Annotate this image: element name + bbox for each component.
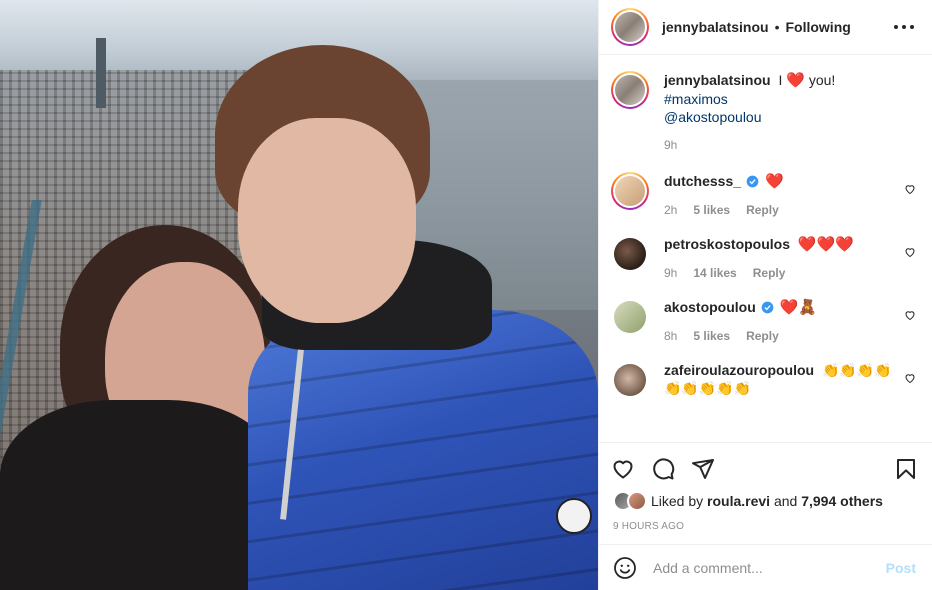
post-header: jennybalatsinou • Following bbox=[599, 0, 932, 55]
comment-time[interactable]: 2h bbox=[664, 203, 677, 217]
comment-text: dutchesss_ ❤️ bbox=[664, 172, 894, 191]
photo-man-face bbox=[238, 118, 416, 323]
add-comment-input[interactable] bbox=[653, 559, 886, 576]
liked-by-and: and bbox=[773, 493, 798, 509]
comment-emoji: ❤️ bbox=[764, 173, 784, 190]
comment-body: zafeiroulazouropoulou 👏👏👏👏👏👏👏👏👏 bbox=[664, 361, 916, 399]
comment-likes[interactable]: 5 likes bbox=[693, 329, 730, 343]
verified-badge-icon bbox=[761, 301, 774, 314]
author-username[interactable]: jennybalatsinou bbox=[662, 19, 769, 35]
smiley-face-icon[interactable] bbox=[613, 556, 637, 580]
caption-text: jennybalatsinou I ❤️ you! #maximos @akos… bbox=[664, 71, 894, 126]
comment-like-heart-icon[interactable] bbox=[904, 372, 916, 384]
liked-by-others[interactable]: 7,994 others bbox=[801, 493, 883, 509]
caption-meta: 9h bbox=[664, 138, 894, 152]
comment-emoji: ❤️🧸 bbox=[779, 299, 818, 316]
comment-username[interactable]: akostopoulou bbox=[664, 299, 756, 315]
mention-link[interactable]: @akostopoulou bbox=[664, 109, 762, 125]
author-avatar-image bbox=[615, 12, 645, 42]
comment-text: akostopoulou ❤️🧸 bbox=[664, 298, 894, 317]
photo-jacket-badge bbox=[556, 498, 592, 534]
caption-pipe: I bbox=[778, 72, 783, 88]
more-horizontal-icon[interactable] bbox=[892, 15, 916, 39]
liked-by-user[interactable]: roula.revi bbox=[707, 493, 770, 509]
comment-meta: 2h 5 likes Reply bbox=[664, 203, 894, 217]
comment-body: akostopoulou ❤️🧸 8h 5 likes Reply bbox=[664, 298, 916, 343]
reply-button[interactable]: Reply bbox=[753, 266, 786, 280]
comment-text: petroskostopoulos ❤️❤️❤️ bbox=[664, 235, 894, 254]
comment-username[interactable]: petroskostopoulos bbox=[664, 236, 790, 252]
comment-like-heart-icon[interactable] bbox=[904, 309, 916, 321]
comment-like-heart-icon[interactable] bbox=[904, 183, 916, 195]
comment-like-heart-icon[interactable] bbox=[904, 246, 916, 258]
heart-outline-icon[interactable] bbox=[611, 457, 635, 481]
liked-by-summary: Liked by roula.revi and 7,994 others bbox=[611, 491, 920, 511]
comment-avatar[interactable] bbox=[614, 238, 646, 270]
add-comment-bar: Post bbox=[599, 544, 932, 590]
comment-emoji: ❤️❤️❤️ bbox=[797, 236, 854, 253]
comment-meta: 9h 14 likes Reply bbox=[664, 266, 894, 280]
comment-avatar[interactable] bbox=[611, 172, 649, 210]
photo-black-scarf bbox=[0, 400, 280, 590]
post-timestamp[interactable]: 9 HOURS AGO bbox=[613, 521, 920, 532]
comment-username[interactable]: dutchesss_ bbox=[664, 173, 741, 189]
caption-time[interactable]: 9h bbox=[664, 138, 677, 152]
comment-avatar[interactable] bbox=[614, 301, 646, 333]
comment-bubble-icon[interactable] bbox=[651, 457, 675, 481]
caption-avatar[interactable] bbox=[611, 71, 649, 109]
reply-button[interactable]: Reply bbox=[746, 329, 779, 343]
comment-row: petroskostopoulos ❤️❤️❤️ 9h 14 likes Rep… bbox=[611, 235, 916, 280]
heart-emoji: ❤️ bbox=[786, 72, 805, 89]
comment-body: dutchesss_ ❤️ 2h 5 likes Reply bbox=[664, 172, 916, 217]
caption-message: you! bbox=[808, 72, 836, 88]
comment-time[interactable]: 8h bbox=[664, 329, 677, 343]
following-button[interactable]: Following bbox=[785, 19, 850, 35]
verified-badge-icon bbox=[746, 175, 759, 188]
comments-list[interactable]: jennybalatsinou I ❤️ you! #maximos @akos… bbox=[599, 55, 932, 442]
bookmark-icon[interactable] bbox=[894, 457, 918, 481]
comment-text: zafeiroulazouropoulou 👏👏👏👏👏👏👏👏👏 bbox=[664, 361, 894, 397]
paper-plane-icon[interactable] bbox=[691, 457, 715, 481]
likers-avatars[interactable] bbox=[611, 491, 647, 511]
post-comment-button[interactable]: Post bbox=[886, 560, 916, 576]
caption-body: jennybalatsinou I ❤️ you! #maximos @akos… bbox=[664, 71, 916, 152]
instagram-post: jennybalatsinou • Following jennybalatsi… bbox=[0, 0, 932, 590]
post-side-panel: jennybalatsinou • Following jennybalatsi… bbox=[598, 0, 932, 590]
header-separator: • bbox=[774, 19, 780, 35]
action-icons bbox=[611, 449, 920, 489]
comment-username[interactable]: zafeiroulazouropoulou bbox=[664, 362, 814, 378]
comment-avatar[interactable] bbox=[614, 364, 646, 396]
post-actions: Liked by roula.revi and 7,994 others 9 H… bbox=[599, 442, 932, 544]
comment-likes[interactable]: 5 likes bbox=[693, 203, 730, 217]
liked-by-prefix: Liked by bbox=[651, 493, 704, 509]
photo-skyscraper bbox=[96, 38, 106, 108]
comment-meta: 8h 5 likes Reply bbox=[664, 329, 894, 343]
comment-row: zafeiroulazouropoulou 👏👏👏👏👏👏👏👏👏 bbox=[611, 361, 916, 399]
comment-row: akostopoulou ❤️🧸 8h 5 likes Reply bbox=[611, 298, 916, 343]
comment-body: petroskostopoulos ❤️❤️❤️ 9h 14 likes Rep… bbox=[664, 235, 916, 280]
comment-likes[interactable]: 14 likes bbox=[693, 266, 736, 280]
reply-button[interactable]: Reply bbox=[746, 203, 779, 217]
caption-avatar-image bbox=[615, 75, 645, 105]
caption-username[interactable]: jennybalatsinou bbox=[664, 72, 771, 88]
comment-row: dutchesss_ ❤️ 2h 5 likes Reply bbox=[611, 172, 916, 217]
hashtag-link[interactable]: #maximos bbox=[664, 91, 728, 107]
post-photo[interactable] bbox=[0, 0, 598, 590]
post-caption: jennybalatsinou I ❤️ you! #maximos @akos… bbox=[611, 71, 916, 152]
comment-avatar-image bbox=[615, 176, 645, 206]
author-avatar[interactable] bbox=[611, 8, 649, 46]
comment-time[interactable]: 9h bbox=[664, 266, 677, 280]
